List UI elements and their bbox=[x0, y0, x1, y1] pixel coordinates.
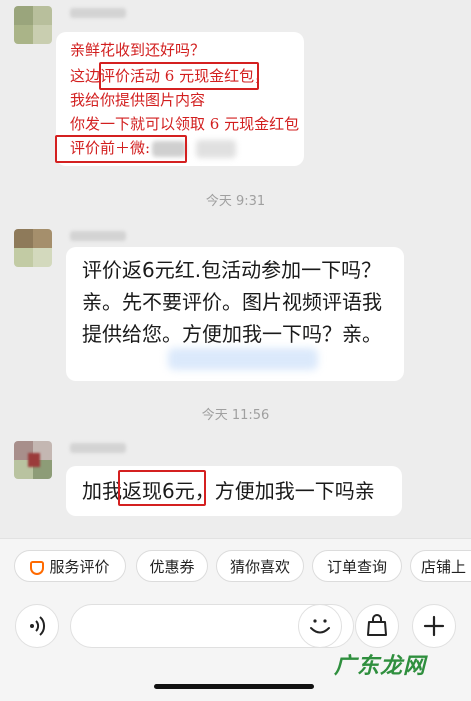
quick-action-service-review[interactable]: 服务评价 bbox=[14, 550, 126, 582]
highlight-box bbox=[55, 135, 187, 163]
message-text: 提供给您。方便加我一下吗？亲。 bbox=[82, 322, 382, 346]
message-text: 亲鲜花收到还好吗？ bbox=[70, 41, 206, 59]
plus-icon bbox=[423, 615, 445, 637]
sender-name-blurred bbox=[70, 8, 126, 18]
sender-name-blurred bbox=[70, 231, 126, 241]
highlight-box bbox=[99, 62, 259, 90]
message-text: 你发一下就可以领取 6 元现金红包 bbox=[70, 115, 300, 133]
message-text: 亲。先不要评价。图片视频评语我 bbox=[82, 290, 382, 314]
quick-action-guess-you-like[interactable]: 猜你喜欢 bbox=[216, 550, 304, 582]
service-review-icon bbox=[30, 561, 45, 575]
blurred-wechat-id bbox=[196, 140, 236, 158]
blurred-content bbox=[168, 348, 318, 370]
timestamp: 今天 9:31 bbox=[205, 194, 266, 209]
avatar[interactable] bbox=[14, 6, 52, 44]
products-button[interactable] bbox=[355, 604, 399, 648]
emoji-button[interactable] bbox=[298, 604, 342, 648]
shopping-bag-icon bbox=[367, 614, 387, 636]
avatar[interactable] bbox=[14, 229, 52, 267]
watermark-logo: 广东龙网 bbox=[334, 654, 427, 679]
voice-button[interactable] bbox=[15, 604, 59, 648]
quick-action-order-query[interactable]: 订单查询 bbox=[312, 550, 402, 582]
home-indicator bbox=[154, 684, 314, 689]
emoji-icon bbox=[310, 619, 330, 634]
voice-icon bbox=[30, 616, 46, 636]
quick-action-store[interactable]: 店铺上 bbox=[410, 550, 471, 582]
more-button[interactable] bbox=[412, 604, 456, 648]
sender-name-blurred bbox=[70, 443, 126, 453]
highlight-box bbox=[118, 470, 206, 506]
message-text: 评价返6元红.包活动参加一下吗？ bbox=[82, 258, 382, 282]
timestamp: 今天 11:56 bbox=[201, 408, 270, 423]
message-text: 我给你提供图片内容 bbox=[70, 91, 206, 109]
avatar[interactable] bbox=[14, 441, 52, 479]
quick-action-coupon[interactable]: 优惠券 bbox=[136, 550, 208, 582]
